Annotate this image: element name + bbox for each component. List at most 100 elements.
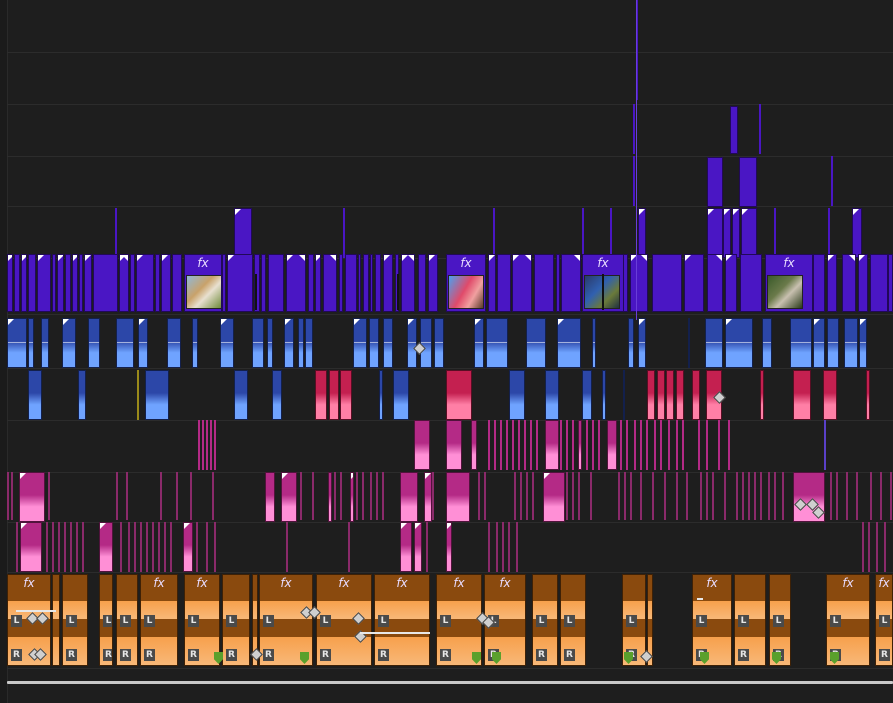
video-clip[interactable]	[827, 254, 837, 312]
audio-clip[interactable]	[688, 318, 690, 368]
short-clip[interactable]	[520, 472, 522, 520]
audio-clip[interactable]	[41, 318, 49, 368]
stereo-audio-clip[interactable]: LR	[532, 574, 558, 666]
video-clip-with-effect[interactable]: fx	[184, 254, 222, 312]
short-clip[interactable]	[700, 472, 702, 520]
short-clip[interactable]	[682, 420, 684, 470]
volume-line[interactable]	[29, 342, 33, 343]
short-clip[interactable]	[506, 420, 508, 470]
short-clip[interactable]	[676, 420, 678, 470]
video-clip[interactable]	[28, 254, 36, 312]
video-clip[interactable]	[741, 208, 757, 258]
audio-clip[interactable]	[545, 420, 559, 470]
short-clip[interactable]	[536, 420, 538, 470]
short-clip[interactable]	[660, 420, 662, 470]
short-clip[interactable]	[202, 420, 204, 470]
short-clip[interactable]	[82, 522, 84, 572]
video-clip[interactable]	[65, 254, 71, 312]
audio-clip[interactable]	[692, 370, 700, 420]
stereo-audio-clip[interactable]: fx L R	[140, 574, 178, 666]
short-clip[interactable]	[493, 208, 495, 258]
video-clip[interactable]	[261, 254, 266, 312]
short-clip[interactable]	[824, 420, 826, 470]
audio-clip[interactable]	[866, 370, 870, 420]
short-clip[interactable]	[286, 522, 288, 572]
audio-clip[interactable]	[790, 318, 812, 368]
short-clip[interactable]	[862, 522, 864, 572]
volume-line[interactable]	[168, 342, 180, 343]
short-clip[interactable]	[64, 522, 66, 572]
stereo-audio-clip[interactable]: LR	[560, 574, 586, 666]
short-clip[interactable]	[572, 472, 574, 520]
volume-line[interactable]	[221, 342, 233, 343]
audio-clip[interactable]	[607, 420, 617, 470]
short-clip[interactable]	[356, 472, 358, 520]
volume-line[interactable]	[370, 342, 378, 343]
short-clip[interactable]	[488, 522, 490, 572]
short-clip[interactable]	[830, 472, 832, 520]
volume-line[interactable]	[285, 342, 293, 343]
short-clip[interactable]	[572, 420, 574, 470]
video-clip[interactable]	[308, 254, 314, 312]
audio-clip[interactable]	[298, 318, 304, 368]
video-clip[interactable]	[870, 254, 888, 312]
audio-clip[interactable]	[760, 370, 764, 420]
video-clip[interactable]	[227, 254, 253, 312]
short-clip[interactable]	[376, 472, 378, 520]
video-clip[interactable]	[286, 254, 306, 312]
short-clip[interactable]	[724, 472, 726, 520]
video-clip[interactable]	[72, 254, 78, 312]
audio-clip[interactable]	[705, 318, 723, 368]
short-clip[interactable]	[206, 420, 208, 470]
audio-clip[interactable]	[353, 318, 367, 368]
short-clip[interactable]	[768, 472, 770, 520]
audio-clip[interactable]	[116, 318, 134, 368]
volume-line[interactable]	[8, 342, 26, 343]
short-clip[interactable]	[782, 472, 784, 520]
audio-clip[interactable]	[145, 370, 169, 420]
video-clip[interactable]	[119, 254, 129, 312]
audio-clip[interactable]	[628, 318, 634, 368]
short-clip[interactable]	[426, 522, 428, 572]
stereo-audio-clip[interactable]: LR	[99, 574, 113, 666]
short-clip[interactable]	[52, 522, 54, 572]
audio-clip[interactable]	[183, 522, 193, 572]
video-clip[interactable]	[57, 254, 64, 312]
volume-line[interactable]	[89, 342, 99, 343]
short-clip[interactable]	[212, 472, 214, 520]
video-clip[interactable]	[155, 254, 160, 312]
stereo-audio-clip[interactable]: fx L R	[875, 574, 893, 666]
short-clip[interactable]	[512, 420, 514, 470]
stereo-audio-clip[interactable]: LR	[222, 574, 250, 666]
short-clip[interactable]	[46, 522, 48, 572]
short-clip[interactable]	[176, 472, 178, 520]
audio-clip[interactable]	[28, 370, 42, 420]
volume-line[interactable]	[629, 342, 633, 343]
audio-clip[interactable]	[138, 318, 148, 368]
audio-clip[interactable]	[400, 472, 418, 522]
video-clip[interactable]	[732, 208, 740, 258]
volume-line[interactable]	[558, 342, 580, 343]
volume-line[interactable]	[814, 342, 824, 343]
volume-line[interactable]	[593, 342, 595, 343]
short-clip[interactable]	[334, 472, 336, 520]
audio-clip[interactable]	[20, 522, 42, 572]
volume-line[interactable]	[117, 342, 133, 343]
audio-clip[interactable]	[543, 472, 565, 522]
short-clip[interactable]	[524, 420, 526, 470]
video-clip[interactable]	[556, 254, 560, 312]
short-clip[interactable]	[16, 522, 18, 572]
short-clip[interactable]	[640, 472, 642, 520]
short-clip[interactable]	[70, 522, 72, 572]
volume-line[interactable]	[306, 342, 312, 343]
short-clip[interactable]	[868, 522, 870, 572]
short-clip[interactable]	[300, 472, 302, 520]
short-clip[interactable]	[618, 472, 620, 520]
short-clip[interactable]	[742, 472, 744, 520]
short-clip[interactable]	[610, 208, 612, 258]
video-clip[interactable]	[725, 254, 737, 312]
video-clip-with-effect[interactable]: fx	[446, 254, 486, 312]
short-clip[interactable]	[634, 420, 636, 470]
video-clip[interactable]	[345, 254, 357, 312]
volume-line[interactable]	[763, 342, 771, 343]
